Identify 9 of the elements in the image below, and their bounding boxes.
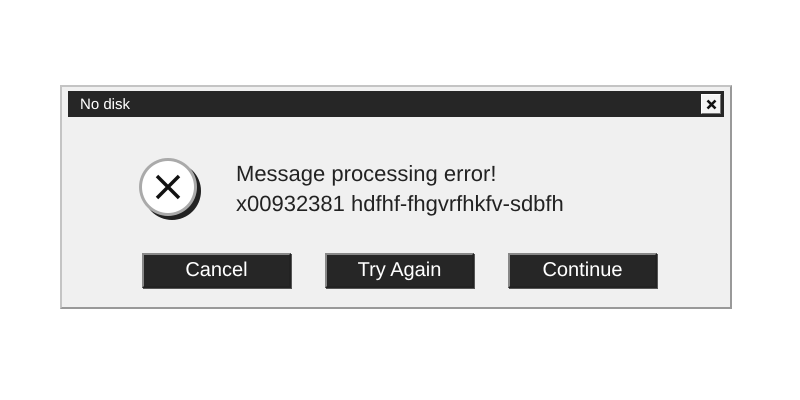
message-text: Message processing error! xyxy=(236,161,498,187)
close-icon xyxy=(706,98,716,110)
window-title: No disk xyxy=(80,96,130,112)
close-button[interactable] xyxy=(701,94,721,114)
dialog-button[interactable]: Cancel xyxy=(142,253,291,288)
message-text: x00932381 hdfhf-fhgvrfhkfv-sdbfh xyxy=(236,191,564,217)
dialog-button[interactable]: Continue xyxy=(508,253,657,288)
error-icon xyxy=(138,157,202,221)
dialog-button[interactable]: Try Again xyxy=(325,253,474,288)
